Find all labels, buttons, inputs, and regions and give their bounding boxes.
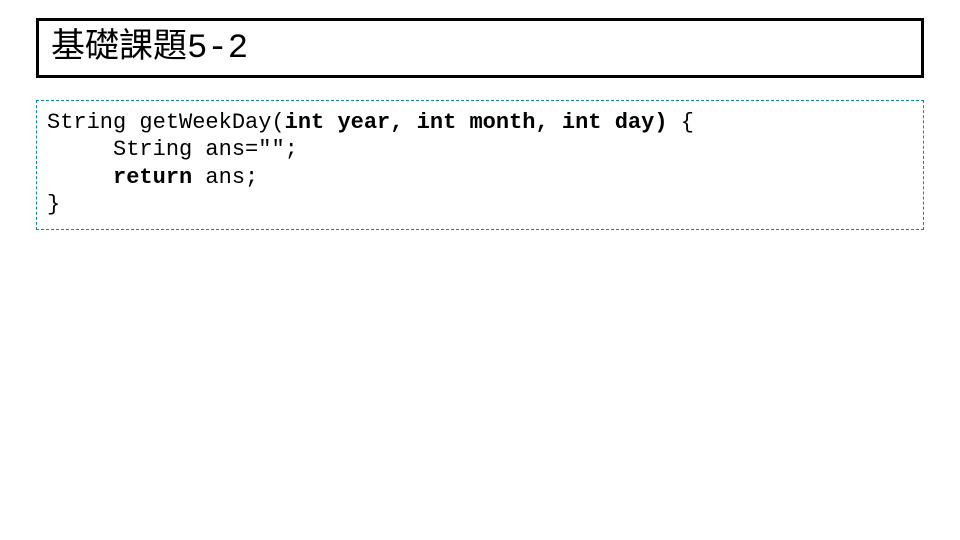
code-l3-return: return — [113, 165, 192, 190]
code-l1-param1: int year, — [285, 110, 404, 135]
code-l3-indent — [47, 165, 113, 190]
code-sep2 — [549, 110, 562, 135]
code-sep1 — [403, 110, 416, 135]
code-l1-param3: int day) — [562, 110, 668, 135]
code-l2-indent — [47, 137, 113, 162]
title-box: 基礎課題5-2 — [36, 18, 924, 78]
code-l1-param2: int month, — [417, 110, 549, 135]
code-l4: } — [47, 192, 60, 217]
code-l1-brace: { — [668, 110, 694, 135]
code-l3-var: ans; — [192, 165, 258, 190]
slide: 基礎課題5-2 String getWeekDay(int year, int … — [0, 0, 960, 540]
code-l2: String ans=""; — [113, 137, 298, 162]
title-text-number: 5-2 — [187, 30, 248, 68]
code-block: String getWeekDay(int year, int month, i… — [36, 100, 924, 230]
code-l1-signature: String getWeekDay( — [47, 110, 285, 135]
title-text-cjk: 基礎課題 — [51, 28, 187, 65]
